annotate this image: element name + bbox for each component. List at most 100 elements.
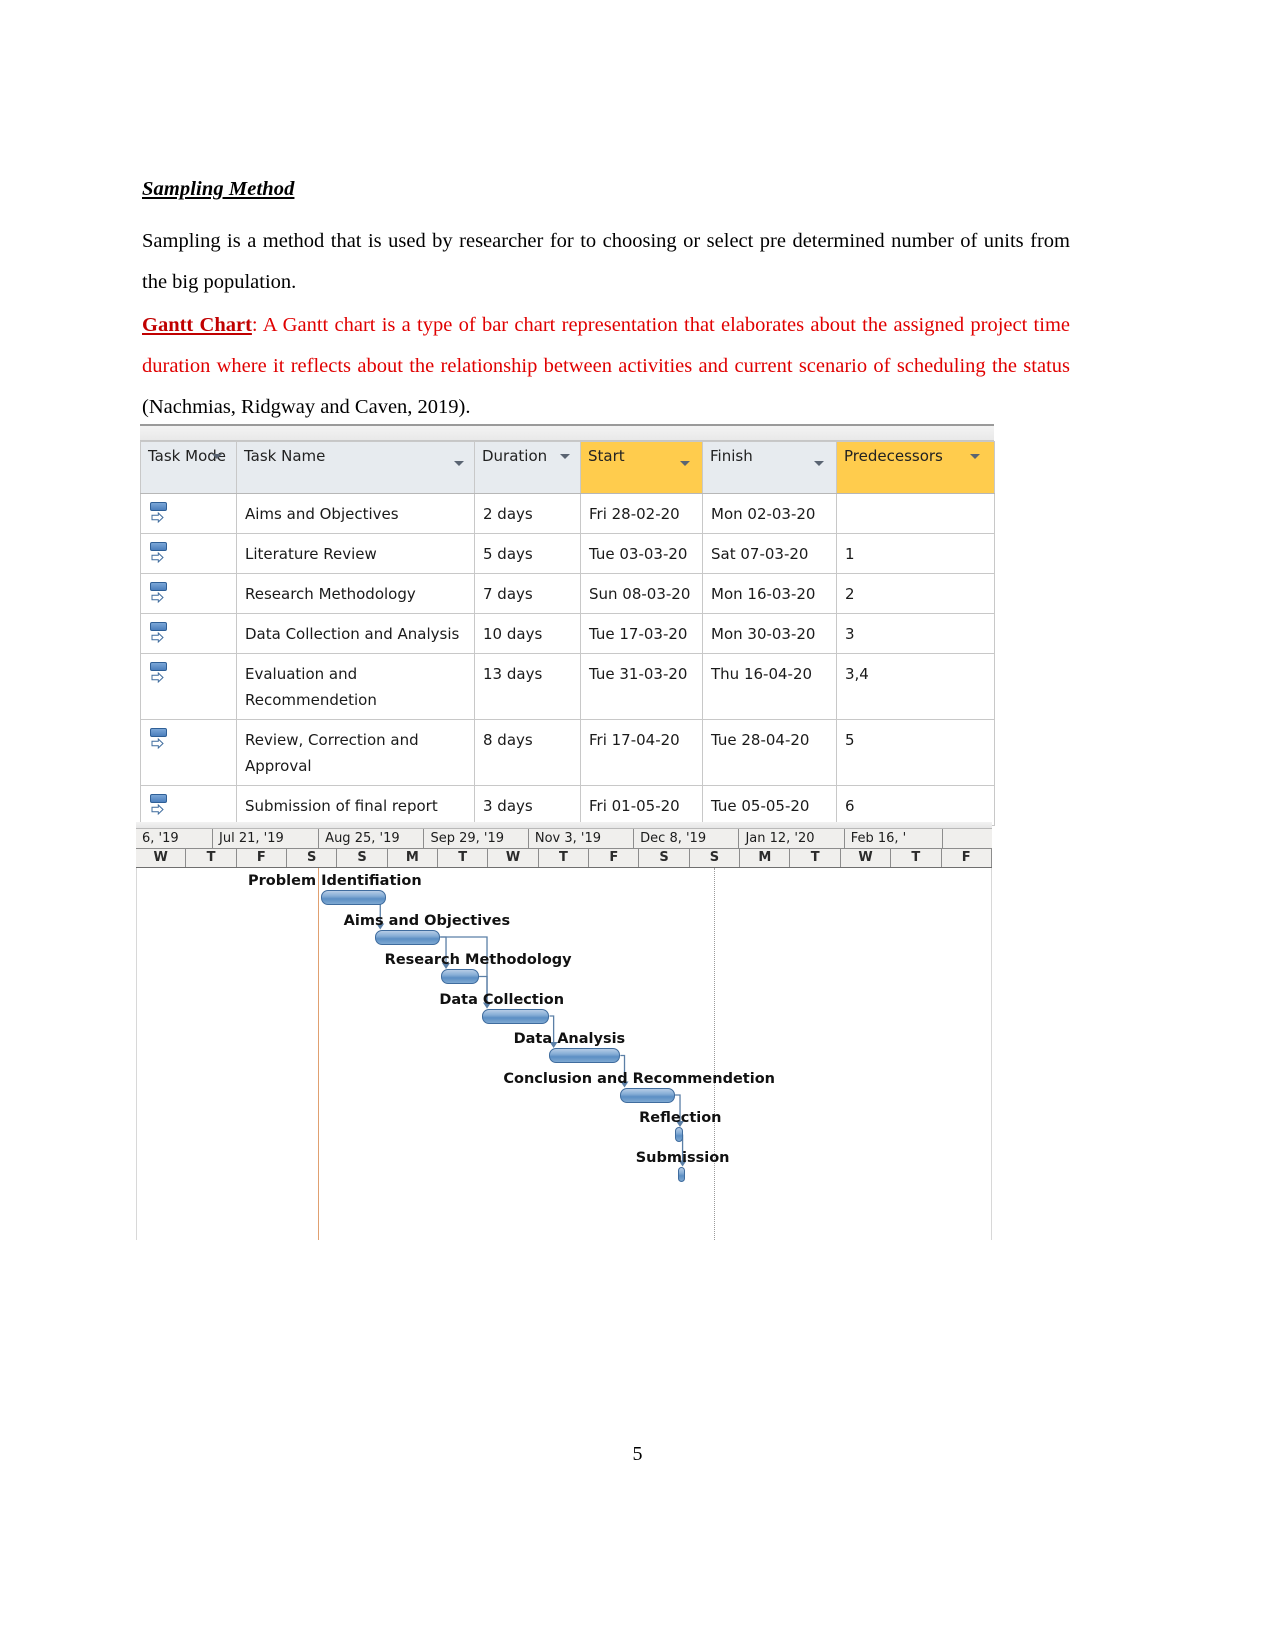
gantt-task-label: Problem Identifiation (248, 873, 422, 889)
task-grid-body: Aims and Objectives 2 days Fri 28-02-20 Mon… (140, 493, 995, 826)
cell-task-name[interactable]: Literature Review (236, 533, 475, 574)
column-header-task-mode[interactable]: Task Mode (140, 441, 237, 494)
cell-task-name[interactable]: Data Collection and Analysis (236, 613, 475, 654)
cell-task-name[interactable]: Evaluation and Recommendetion (236, 653, 475, 720)
gantt-task-bar[interactable] (482, 1008, 550, 1024)
cell-task-name[interactable]: Aims and Objectives (236, 493, 475, 534)
cell-start[interactable]: Fri 17-04-20 (580, 719, 703, 786)
column-header-predecessors[interactable]: Predecessors (836, 441, 995, 494)
cell-finish[interactable]: Thu 16-04-20 (702, 653, 837, 720)
table-row[interactable]: Aims and Objectives 2 days Fri 28-02-20 Mon… (140, 493, 995, 534)
cell-start[interactable]: Sun 08-03-20 (580, 573, 703, 614)
filter-arrow-icon[interactable] (454, 461, 464, 466)
cell-duration[interactable]: 10 days (474, 613, 581, 654)
cell-task-mode[interactable] (140, 613, 237, 654)
table-row[interactable]: Evaluation and Recommendetion 13 days Tue … (140, 653, 995, 720)
gantt-task-bar[interactable] (677, 1166, 686, 1182)
gantt-task-bar[interactable] (548, 1048, 621, 1063)
cell-task-name[interactable]: Research Methodology (236, 573, 475, 614)
column-header-start[interactable]: Start (580, 441, 703, 494)
filter-arrow-icon[interactable] (814, 461, 824, 466)
cell-predecessors[interactable]: 5 (836, 719, 995, 786)
timeline-day-cell: T (539, 849, 590, 867)
cell-duration[interactable]: 5 days (474, 533, 581, 574)
cell-task-name[interactable]: Review, Correction and Approval (236, 719, 475, 786)
cell-finish[interactable]: Mon 30-03-20 (702, 613, 837, 654)
cell-predecessors[interactable] (836, 493, 995, 534)
gantt-timeline-months: 6, '19 Jul 21, '19 Aug 25, '19 Sep 29, '19 N… (136, 829, 992, 849)
table-row[interactable]: Data Collection and Analysis 10 days Tue 1… (140, 613, 995, 654)
table-header-row: Task Mode Task Name Duration Start Finis… (140, 441, 995, 494)
timeline-day-cell: W (841, 849, 892, 867)
cell-task-mode[interactable] (140, 719, 237, 786)
gantt-task-bar[interactable] (619, 1087, 675, 1103)
page-title: Sampling Method (142, 178, 295, 200)
gantt-plot-area: Problem Identifiation Aims and Objectives… (136, 868, 992, 1240)
timeline-day-cell: S (337, 849, 388, 867)
table-row[interactable]: Research Methodology 7 days Sun 08-03-20 Mo… (140, 573, 995, 614)
cell-finish[interactable]: Sat 07-03-20 (702, 533, 837, 574)
cell-duration[interactable]: 7 days (474, 573, 581, 614)
cell-predecessors[interactable]: 6 (836, 785, 995, 826)
cell-duration[interactable]: 3 days (474, 785, 581, 826)
gantt-timeline-days: WTFSSMTWTFSSMTWTF (136, 849, 992, 868)
timeline-day-cell: F (237, 849, 288, 867)
cell-start[interactable]: Tue 31-03-20 (580, 653, 703, 720)
timeline-day-cell: T (790, 849, 841, 867)
cell-task-mode[interactable] (140, 493, 237, 534)
cell-duration[interactable]: 8 days (474, 719, 581, 786)
cell-task-mode[interactable] (140, 785, 237, 826)
filter-arrow-icon[interactable] (970, 454, 980, 459)
gantt-task-label: Conclusion and Recommendetion (503, 1070, 775, 1087)
gantt-chart-paragraph: Gantt Chart: A Gantt chart is a type of … (142, 305, 1070, 428)
filter-arrow-icon[interactable] (680, 461, 690, 466)
task-grid: Task Mode Task Name Duration Start Finis… (140, 441, 995, 826)
sampling-paragraph: Sampling is a method that is used by res… (142, 230, 1070, 293)
cell-finish[interactable]: Tue 28-04-20 (702, 719, 837, 786)
gantt-task-bar[interactable] (441, 969, 479, 984)
table-row[interactable]: Submission of final report 3 days Fri 01-0… (140, 785, 995, 826)
cell-predecessors[interactable]: 1 (836, 533, 995, 574)
column-header-finish[interactable]: Finish (702, 441, 837, 494)
cell-task-mode[interactable] (140, 533, 237, 574)
timeline-day-cell: W (136, 849, 187, 867)
cell-predecessors[interactable]: 3 (836, 613, 995, 654)
cell-finish[interactable]: Mon 02-03-20 (702, 493, 837, 534)
column-header-finish-label: Finish (710, 447, 753, 465)
column-header-duration[interactable]: Duration (474, 441, 581, 494)
gantt-task-bar[interactable] (320, 890, 386, 905)
today-line (318, 868, 320, 1240)
text-content-block: Sampling Method Sampling is a method tha… (142, 178, 1070, 428)
cell-task-mode[interactable] (140, 653, 237, 720)
table-row[interactable]: Literature Review 5 days Tue 03-03-20 Sat 0… (140, 533, 995, 574)
column-header-duration-label: Duration (482, 447, 548, 465)
gantt-task-bar[interactable] (375, 929, 441, 945)
cell-duration[interactable]: 13 days (474, 653, 581, 720)
cell-start[interactable]: Tue 17-03-20 (580, 613, 703, 654)
filter-arrow-icon[interactable] (212, 454, 222, 459)
gantt-chart: 6, '19 Jul 21, '19 Aug 25, '19 Sep 29, '19 N… (136, 822, 992, 1240)
cell-start[interactable]: Fri 01-05-20 (580, 785, 703, 826)
timeline-day-cell: S (287, 849, 338, 867)
cell-task-name[interactable]: Submission of final report (236, 785, 475, 826)
timeline-day-cell: S (690, 849, 741, 867)
cell-start[interactable]: Fri 28-02-20 (580, 493, 703, 534)
gantt-chart-lead-label: Gantt Chart (142, 314, 252, 336)
status-date-line (714, 868, 716, 1240)
cell-task-mode[interactable] (140, 573, 237, 614)
filter-arrow-icon[interactable] (560, 454, 570, 459)
cell-predecessors[interactable]: 2 (836, 573, 995, 614)
timeline-month-cell: Feb 16, ' (845, 829, 944, 848)
cell-finish[interactable]: Mon 16-03-20 (702, 573, 837, 614)
timeline-month-cell: Aug 25, '19 (319, 829, 425, 848)
column-header-predecessors-label: Predecessors (844, 447, 943, 465)
gantt-definition-text: A Gantt chart is a type of bar chart rep… (142, 314, 1070, 377)
cell-start[interactable]: Tue 03-03-20 (580, 533, 703, 574)
cell-duration[interactable]: 2 days (474, 493, 581, 534)
timeline-month-cell: Jul 21, '19 (213, 829, 320, 848)
column-header-task-name[interactable]: Task Name (236, 441, 475, 494)
gantt-task-bar[interactable] (675, 1127, 683, 1142)
cell-finish[interactable]: Tue 05-05-20 (702, 785, 837, 826)
table-row[interactable]: Review, Correction and Approval 8 days Fri… (140, 719, 995, 786)
cell-predecessors[interactable]: 3,4 (836, 653, 995, 720)
